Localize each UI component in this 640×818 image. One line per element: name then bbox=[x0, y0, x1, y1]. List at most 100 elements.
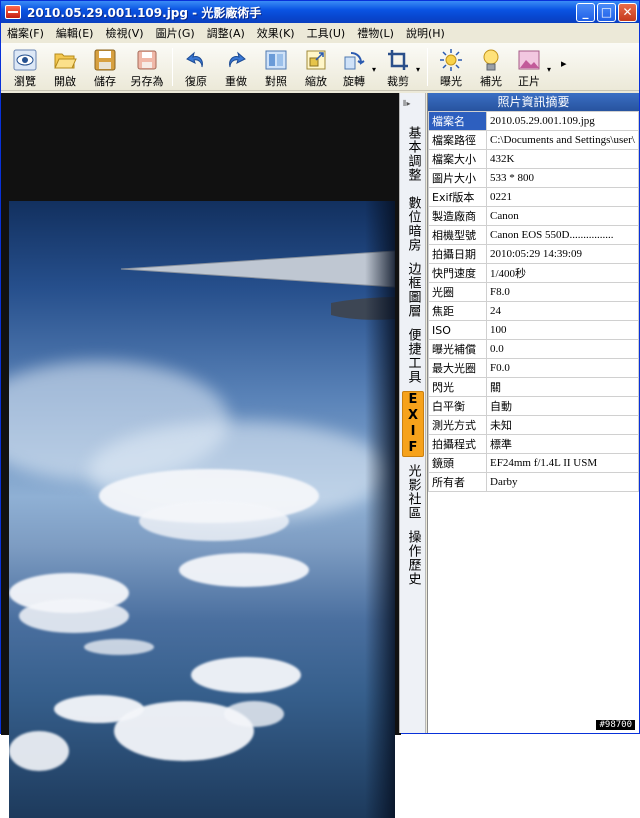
crop-icon bbox=[386, 48, 410, 72]
exif-row[interactable]: 檔案路徑 C:\Documents and Settings\user\ bbox=[428, 130, 639, 150]
menu-gifts[interactable]: 禮物(L) bbox=[351, 25, 400, 41]
exif-value: 關 bbox=[486, 377, 639, 397]
exif-row[interactable]: 相機型號 Canon EOS 550D................ bbox=[428, 225, 639, 245]
maximize-button[interactable]: □ bbox=[597, 2, 616, 22]
tab-frame-layers[interactable]: 边框圖層 bbox=[402, 259, 424, 321]
toolbar: 瀏覽 開啟 儲存 另存為 復原 重做 對照 縮放 旋轉 ▾ 裁剪 ▾ 曝光 補光… bbox=[1, 43, 639, 91]
minimize-button[interactable]: _ bbox=[576, 2, 595, 22]
tab-history[interactable]: 操作歷史 bbox=[402, 527, 424, 589]
positive-film-button[interactable]: 正片 bbox=[511, 43, 547, 91]
redo-button[interactable]: 重做 bbox=[216, 43, 256, 91]
exif-row[interactable]: 檔案名 2010.05.29.001.109.jpg bbox=[428, 111, 639, 131]
tab-exif[interactable]: EXIF bbox=[402, 391, 424, 457]
tab-community[interactable]: 光影社區 bbox=[402, 461, 424, 523]
exif-row[interactable]: 曝光補償 0.0 bbox=[428, 339, 639, 359]
exif-value: 0221 bbox=[486, 187, 639, 207]
menu-image[interactable]: 圖片(G) bbox=[150, 25, 201, 41]
exif-row[interactable]: 製造廠商 Canon bbox=[428, 206, 639, 226]
exif-key: 檔案大小 bbox=[428, 149, 487, 169]
exif-row[interactable]: 拍攝程式 標準 bbox=[428, 434, 639, 454]
exif-value: F8.0 bbox=[486, 282, 639, 302]
app-icon[interactable] bbox=[5, 5, 21, 19]
exif-row[interactable]: 鏡頭 EF24mm f/1.4L II USM bbox=[428, 453, 639, 473]
menu-view[interactable]: 檢視(V) bbox=[99, 25, 149, 41]
exif-key: 拍攝程式 bbox=[428, 434, 487, 454]
crop-dropdown-arrow[interactable]: ▾ bbox=[416, 65, 424, 74]
menu-adjust[interactable]: 調整(A) bbox=[201, 25, 251, 41]
exif-value: 533 * 800 bbox=[486, 168, 639, 188]
exif-row[interactable]: 測光方式 未知 bbox=[428, 415, 639, 435]
menu-help[interactable]: 說明(H) bbox=[400, 25, 451, 41]
exif-row[interactable]: 最大光圈 F0.0 bbox=[428, 358, 639, 378]
exif-key: 相機型號 bbox=[428, 225, 487, 245]
panel-collapse-grip[interactable]: ⦀▸ bbox=[403, 99, 411, 109]
undo-arrow-icon bbox=[184, 48, 208, 72]
exposure-button[interactable]: 曝光 bbox=[431, 43, 471, 91]
tab-digital-darkroom[interactable]: 數位暗房 bbox=[402, 193, 424, 255]
compare-button[interactable]: 對照 bbox=[256, 43, 296, 91]
rotate-dropdown-arrow[interactable]: ▾ bbox=[372, 65, 380, 74]
exif-row[interactable]: 圖片大小 533 * 800 bbox=[428, 168, 639, 188]
sun-exposure-icon bbox=[439, 48, 463, 72]
toolbar-separator bbox=[172, 48, 173, 86]
app-window: 2010.05.29.001.109.jpg - 光影廠術手 _ □ ✕ 檔案(… bbox=[0, 0, 640, 818]
tab-quick-tools[interactable]: 便捷工具 bbox=[402, 325, 424, 387]
tab-basic-adjust[interactable]: 基本調整 bbox=[402, 123, 424, 185]
save-as-button[interactable]: 另存為 bbox=[125, 43, 169, 91]
exif-row[interactable]: 焦距 24 bbox=[428, 301, 639, 321]
toolbar-overflow-arrow[interactable]: ▸ bbox=[561, 57, 569, 70]
exif-table: 檔案名 2010.05.29.001.109.jpg 檔案路徑 C:\Document… bbox=[428, 111, 639, 492]
exif-value: 2010.05.29.001.109.jpg bbox=[486, 111, 639, 131]
exif-key: 檔案路徑 bbox=[428, 130, 487, 150]
exif-key: 白平衡 bbox=[428, 396, 487, 416]
menu-tools[interactable]: 工具(U) bbox=[301, 25, 352, 41]
undo-button[interactable]: 復原 bbox=[176, 43, 216, 91]
menu-file[interactable]: 檔案(F) bbox=[1, 25, 50, 41]
exif-key: Exif版本 bbox=[428, 187, 487, 207]
light-bulb-icon bbox=[479, 48, 503, 72]
exif-row[interactable]: 快門速度 1/400秒 bbox=[428, 263, 639, 283]
compare-icon bbox=[264, 48, 288, 72]
zoom-button[interactable]: 縮放 bbox=[296, 43, 336, 91]
exif-value: 2010:05:29 14:39:09 bbox=[486, 244, 639, 264]
photo-airplane-window-view bbox=[9, 201, 395, 818]
exif-key: 所有者 bbox=[428, 472, 487, 492]
watermark: #98700 bbox=[596, 720, 635, 730]
exif-value: 432K bbox=[486, 149, 639, 169]
exif-value: Darby bbox=[486, 472, 639, 492]
open-button[interactable]: 開啟 bbox=[45, 43, 85, 91]
title-bar[interactable]: 2010.05.29.001.109.jpg - 光影廠術手 _ □ ✕ bbox=[1, 1, 639, 23]
menu-edit[interactable]: 編輯(E) bbox=[50, 25, 100, 41]
exif-row[interactable]: 檔案大小 432K bbox=[428, 149, 639, 169]
exif-row[interactable]: 閃光關 bbox=[428, 377, 639, 397]
rotate-icon bbox=[342, 48, 366, 72]
menu-effects[interactable]: 效果(K) bbox=[251, 25, 301, 41]
exif-key: ISO bbox=[428, 320, 487, 340]
save-as-icon bbox=[135, 48, 159, 72]
fill-light-button[interactable]: 補光 bbox=[471, 43, 511, 91]
exif-key: 焦距 bbox=[428, 301, 487, 321]
save-button[interactable]: 儲存 bbox=[85, 43, 125, 91]
exif-row[interactable]: Exif版本 0221 bbox=[428, 187, 639, 207]
close-button[interactable]: ✕ bbox=[618, 2, 637, 22]
exif-value: Canon bbox=[486, 206, 639, 226]
image-canvas[interactable] bbox=[1, 93, 401, 818]
exif-key: 製造廠商 bbox=[428, 206, 487, 226]
resize-icon bbox=[304, 48, 328, 72]
exif-key: 閃光 bbox=[428, 377, 487, 397]
exif-value: 未知 bbox=[486, 415, 639, 435]
airplane-wing bbox=[120, 250, 395, 320]
exif-row[interactable]: 光圈 F8.0 bbox=[428, 282, 639, 302]
exif-info-panel: 照片資訊摘要 檔案名 2010.05.29.001.109.jpg 檔案路徑 C:\D… bbox=[427, 93, 639, 733]
side-tab-bar: ⦀▸ 基本調整 數位暗房 边框圖層 便捷工具 EXIF 光影社區 操作歷史 bbox=[399, 93, 426, 733]
crop-button[interactable]: 裁剪 bbox=[380, 43, 416, 91]
positive-dropdown-arrow[interactable]: ▾ bbox=[547, 65, 555, 74]
browse-button[interactable]: 瀏覽 bbox=[5, 43, 45, 91]
exif-row[interactable]: 白平衡 自動 bbox=[428, 396, 639, 416]
exif-row[interactable]: ISO 100 bbox=[428, 320, 639, 340]
exif-value: Canon EOS 550D................ bbox=[486, 225, 639, 245]
exif-row[interactable]: 拍攝日期 2010:05:29 14:39:09 bbox=[428, 244, 639, 264]
exif-row[interactable]: 所有者 Darby bbox=[428, 472, 639, 492]
rotate-button[interactable]: 旋轉 bbox=[336, 43, 372, 91]
landscape-image-icon bbox=[517, 48, 541, 72]
